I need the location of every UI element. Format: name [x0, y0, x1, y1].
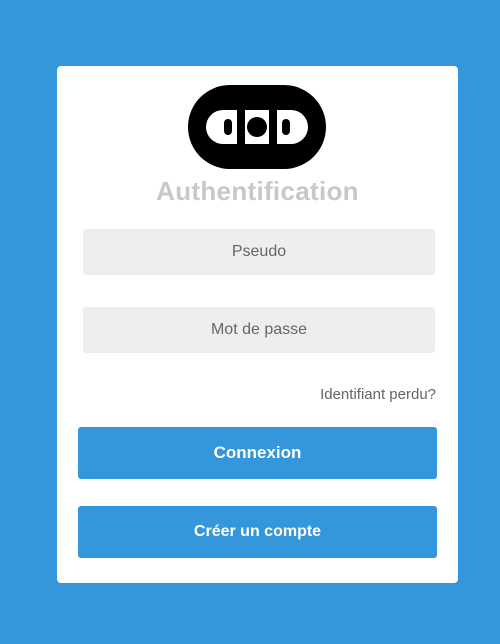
forgot-credentials-link[interactable]: Identifiant perdu? [320, 386, 436, 403]
login-card: Authentification Identifiant perdu? Conn… [57, 66, 458, 583]
password-field[interactable] [83, 307, 435, 353]
page-title: Authentification [156, 176, 359, 206]
cod-logo-icon [188, 85, 326, 169]
login-button[interactable]: Connexion [78, 427, 437, 479]
username-field[interactable] [83, 229, 435, 275]
create-account-button[interactable]: Créer un compte [78, 506, 437, 558]
